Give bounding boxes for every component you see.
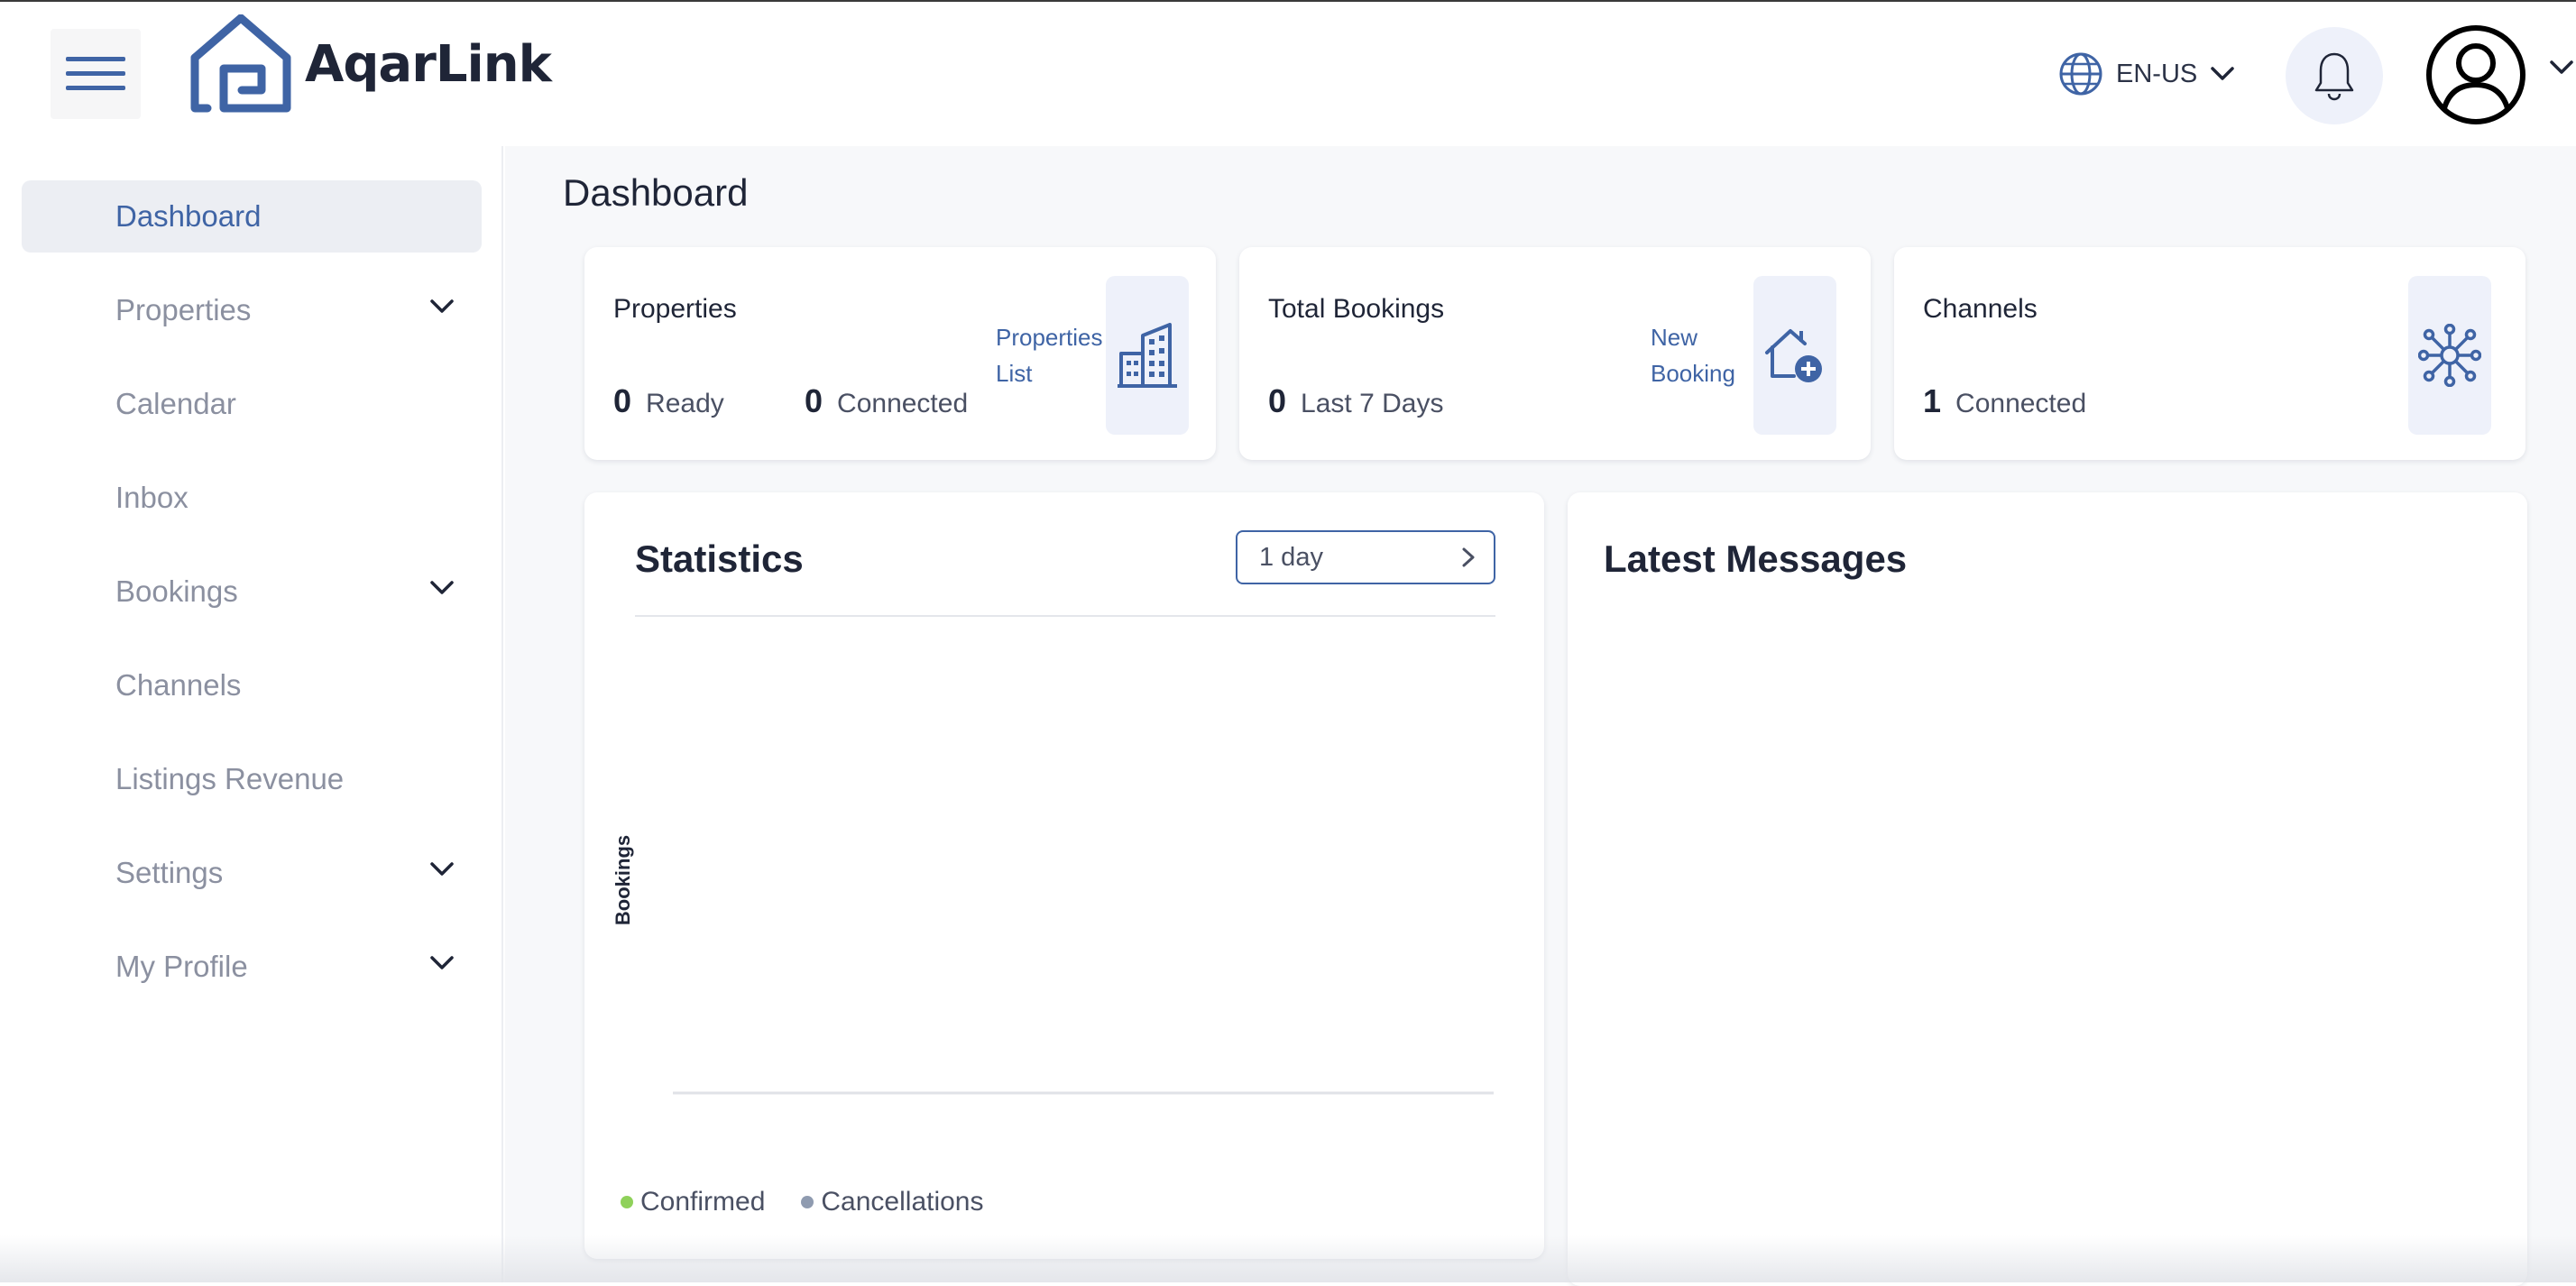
metric-value: 1: [1923, 382, 1942, 419]
user-avatar-icon: [2426, 25, 2525, 124]
chevron-down-icon: [430, 581, 454, 594]
hamburger-menu-button[interactable]: [51, 29, 141, 119]
card-title: Properties: [613, 294, 737, 324]
sidebar-item-properties[interactable]: Properties: [22, 274, 482, 346]
legend-dot: [621, 1196, 633, 1208]
house-logo-icon: [190, 14, 291, 113]
legend-item-cancellations[interactable]: Cancellations: [801, 1187, 984, 1217]
legend-label: Confirmed: [640, 1187, 766, 1217]
time-range-selector[interactable]: 1 day: [1236, 530, 1495, 584]
sidebar-item-label: Channels: [115, 668, 242, 702]
user-menu-toggle[interactable]: [2549, 60, 2574, 80]
link-line: Properties: [996, 324, 1103, 351]
time-range-value: 1 day: [1259, 542, 1323, 572]
card-title: Channels: [1923, 294, 2038, 324]
chevron-right-icon: [1462, 547, 1475, 567]
app-name: AqarLink: [305, 34, 552, 94]
chevron-down-icon: [430, 299, 454, 313]
card-title: Total Bookings: [1268, 294, 1445, 324]
building-icon: [1118, 323, 1177, 388]
link-line: List: [996, 360, 1033, 387]
building-icon-box: [1106, 276, 1189, 435]
chart-legend: Confirmed Cancellations: [621, 1187, 984, 1217]
sidebar: Dashboard Properties Calendar Inbox Book…: [0, 146, 503, 1282]
latest-messages-panel: Latest Messages: [1568, 492, 2527, 1286]
bookings-chart: Bookings: [612, 835, 1494, 1095]
network-icon-box: [2408, 276, 2491, 435]
total-bookings-card: Total Bookings 0 Last 7 Days New Booking: [1239, 247, 1871, 460]
properties-list-link[interactable]: Properties List: [996, 319, 1103, 391]
sidebar-item-dashboard[interactable]: Dashboard: [22, 180, 482, 253]
sidebar-item-label: Bookings: [115, 574, 238, 608]
chevron-down-icon: [430, 862, 454, 876]
sidebar-item-label: Listings Revenue: [115, 762, 345, 795]
latest-messages-title: Latest Messages: [1604, 537, 1908, 580]
house-plus-icon-box: [1753, 276, 1836, 435]
metric-label: Ready: [646, 389, 724, 418]
sidebar-item-label: Calendar: [115, 387, 236, 420]
statistics-title: Statistics: [635, 537, 804, 580]
chevron-down-icon: [2211, 67, 2234, 80]
legend-label: Cancellations: [821, 1187, 984, 1217]
new-booking-link[interactable]: New Booking: [1651, 319, 1735, 391]
hamburger-icon: [66, 57, 125, 90]
legend-dot: [801, 1196, 814, 1208]
sidebar-item-label: Dashboard: [115, 199, 262, 233]
sidebar-item-settings[interactable]: Settings: [22, 837, 482, 909]
sidebar-item-label: My Profile: [115, 950, 248, 983]
page-title: Dashboard: [563, 171, 749, 214]
statistics-divider: [635, 615, 1495, 617]
metric-label: Connected: [837, 389, 969, 418]
top-header: AqarLink EN-US: [0, 2, 2576, 146]
globe-icon: [2059, 52, 2102, 96]
chevron-down-icon: [2550, 60, 2573, 74]
sidebar-item-bookings[interactable]: Bookings: [22, 556, 482, 628]
link-line: Booking: [1651, 360, 1735, 387]
ready-metric: 0 Ready: [613, 382, 724, 420]
language-label: EN-US: [2116, 59, 2198, 88]
properties-card: Properties 0 Ready 0 Connected Propertie…: [584, 247, 1216, 460]
channels-card: Channels 1 Connected: [1894, 247, 2525, 460]
chart-y-axis-label: Bookings: [612, 835, 634, 925]
sidebar-item-listings-revenue[interactable]: Listings Revenue: [22, 743, 482, 815]
sidebar-item-channels[interactable]: Channels: [22, 649, 482, 721]
metric-label: Connected: [1955, 389, 2087, 418]
sidebar-item-calendar[interactable]: Calendar: [22, 368, 482, 440]
sidebar-item-label: Settings: [115, 856, 224, 889]
sidebar-item-label: Properties: [115, 293, 252, 326]
sidebar-item-label: Inbox: [115, 481, 189, 514]
sidebar-item-inbox[interactable]: Inbox: [22, 462, 482, 534]
network-icon: [2418, 324, 2481, 387]
sidebar-item-my-profile[interactable]: My Profile: [22, 931, 482, 1003]
metric-value: 0: [1268, 382, 1287, 419]
language-selector[interactable]: EN-US: [2058, 49, 2235, 99]
metric-value: 0: [805, 382, 823, 419]
legend-item-confirmed[interactable]: Confirmed: [621, 1187, 765, 1217]
bell-icon: [2314, 52, 2354, 101]
user-avatar-button[interactable]: [2424, 23, 2527, 126]
house-plus-icon: [1765, 329, 1822, 382]
notifications-button[interactable]: [2286, 27, 2383, 124]
connected-metric: 0 Connected: [805, 382, 968, 420]
metric-value: 0: [613, 382, 632, 419]
channels-metric: 1 Connected: [1923, 382, 2086, 420]
app-logo[interactable]: AqarLink: [189, 14, 552, 114]
chevron-down-icon: [430, 956, 454, 969]
bookings-metric: 0 Last 7 Days: [1268, 382, 1443, 420]
main-content: Dashboard Properties 0 Ready 0 Connected…: [505, 146, 2576, 1286]
metric-label: Last 7 Days: [1301, 389, 1444, 418]
link-line: New: [1651, 324, 1698, 351]
statistics-panel: Statistics 1 day Bookings Confirmed Canc…: [584, 492, 1544, 1259]
